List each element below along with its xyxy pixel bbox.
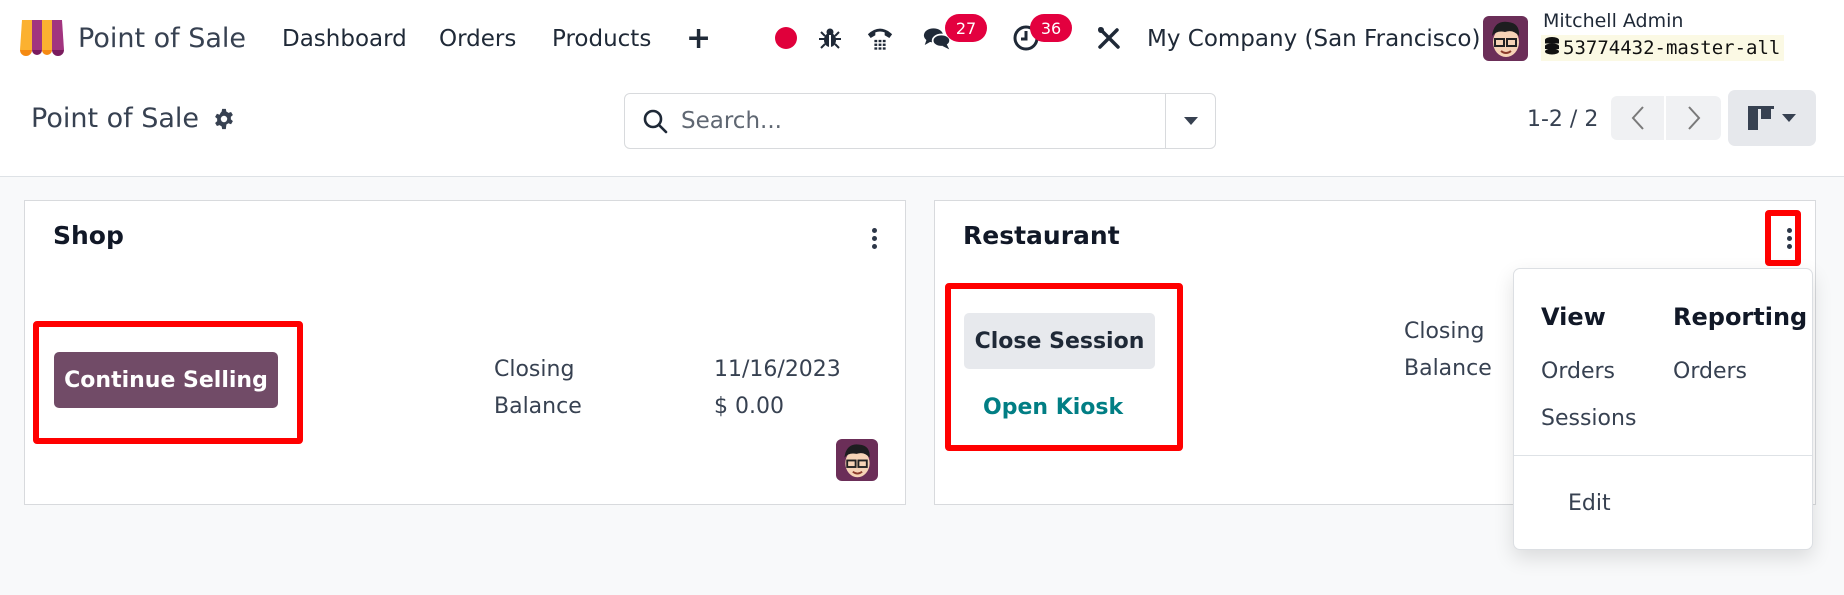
menu-dashboard[interactable]: Dashboard bbox=[282, 0, 407, 77]
responsible-avatar[interactable] bbox=[836, 439, 878, 481]
pos-app-logo-icon[interactable] bbox=[18, 0, 66, 77]
breadcrumb: Point of Sale bbox=[31, 103, 235, 134]
closing-label: Closing bbox=[494, 357, 575, 382]
card-options-dropdown: View Orders Sessions Reporting Orders Ed… bbox=[1513, 268, 1813, 550]
activity-badge: 36 bbox=[1030, 14, 1072, 42]
bug-icon[interactable] bbox=[816, 24, 844, 52]
open-kiosk-link[interactable]: Open Kiosk bbox=[983, 395, 1123, 420]
kanban-view-icon bbox=[1748, 106, 1774, 130]
top-navbar: Point of Sale Dashboard Orders Products … bbox=[0, 0, 1844, 77]
user-name[interactable]: Mitchell Admin bbox=[1543, 10, 1683, 32]
dropdown-view-section: View Orders Sessions bbox=[1541, 303, 1636, 431]
dropdown-reporting-section: Reporting Orders bbox=[1673, 303, 1807, 384]
caret-down-icon bbox=[1782, 114, 1796, 122]
balance-value: $ 0.00 bbox=[714, 394, 784, 419]
page-title: Point of Sale bbox=[31, 103, 200, 134]
company-switcher[interactable]: My Company (San Francisco) bbox=[1147, 0, 1480, 77]
card-title: Restaurant bbox=[963, 221, 1120, 250]
closing-label: Closing bbox=[1404, 319, 1485, 344]
quick-create-plus-icon[interactable]: + bbox=[686, 0, 711, 77]
database-icon bbox=[1545, 36, 1559, 60]
app-name[interactable]: Point of Sale bbox=[78, 0, 246, 77]
database-tag: 53774432-master-all bbox=[1541, 35, 1785, 61]
pager-buttons bbox=[1611, 96, 1721, 140]
dropdown-divider bbox=[1514, 455, 1812, 456]
phone-icon[interactable] bbox=[866, 24, 894, 52]
kebab-menu-icon[interactable] bbox=[1782, 225, 1796, 251]
chevron-right-icon bbox=[1687, 106, 1700, 130]
balance-label: Balance bbox=[1404, 356, 1492, 381]
close-session-button[interactable]: Close Session bbox=[964, 313, 1155, 369]
gear-icon[interactable] bbox=[213, 108, 235, 130]
dropdown-edit[interactable]: Edit bbox=[1568, 491, 1611, 516]
balance-label: Balance bbox=[494, 394, 582, 419]
closing-date: 11/16/2023 bbox=[714, 357, 841, 382]
menu-products[interactable]: Products bbox=[552, 0, 651, 77]
dropdown-view-orders[interactable]: Orders bbox=[1541, 337, 1636, 384]
dropdown-view-header: View bbox=[1541, 303, 1606, 331]
chevron-left-icon bbox=[1631, 106, 1644, 130]
tools-icon[interactable] bbox=[1095, 24, 1123, 52]
search-bar bbox=[624, 93, 1216, 149]
search-options-toggle[interactable] bbox=[1165, 94, 1215, 148]
pager-next-button[interactable] bbox=[1666, 96, 1721, 140]
search-input[interactable] bbox=[681, 108, 1121, 134]
chat-badge: 27 bbox=[945, 14, 987, 42]
pager-previous-button[interactable] bbox=[1611, 96, 1666, 140]
menu-orders[interactable]: Orders bbox=[439, 0, 516, 77]
kebab-menu-icon[interactable] bbox=[867, 225, 881, 251]
dropdown-reporting-orders[interactable]: Orders bbox=[1673, 337, 1807, 384]
search-icon bbox=[642, 108, 668, 134]
caret-down-icon bbox=[1183, 117, 1198, 125]
control-panel: Point of Sale 1-2 / 2 bbox=[0, 77, 1844, 177]
user-avatar[interactable] bbox=[1483, 16, 1528, 61]
continue-selling-button[interactable]: Continue Selling bbox=[54, 352, 278, 408]
record-dot-icon[interactable] bbox=[772, 24, 800, 52]
view-switcher-button[interactable] bbox=[1728, 90, 1816, 146]
pager-value[interactable]: 1-2 / 2 bbox=[1527, 107, 1598, 132]
pos-card-shop: Shop Continue Selling Closing Balance 11… bbox=[24, 200, 906, 505]
dropdown-reporting-header: Reporting bbox=[1673, 303, 1808, 331]
database-name: 53774432-master-all bbox=[1563, 37, 1781, 59]
dropdown-view-sessions[interactable]: Sessions bbox=[1541, 384, 1636, 431]
card-title: Shop bbox=[53, 221, 124, 250]
